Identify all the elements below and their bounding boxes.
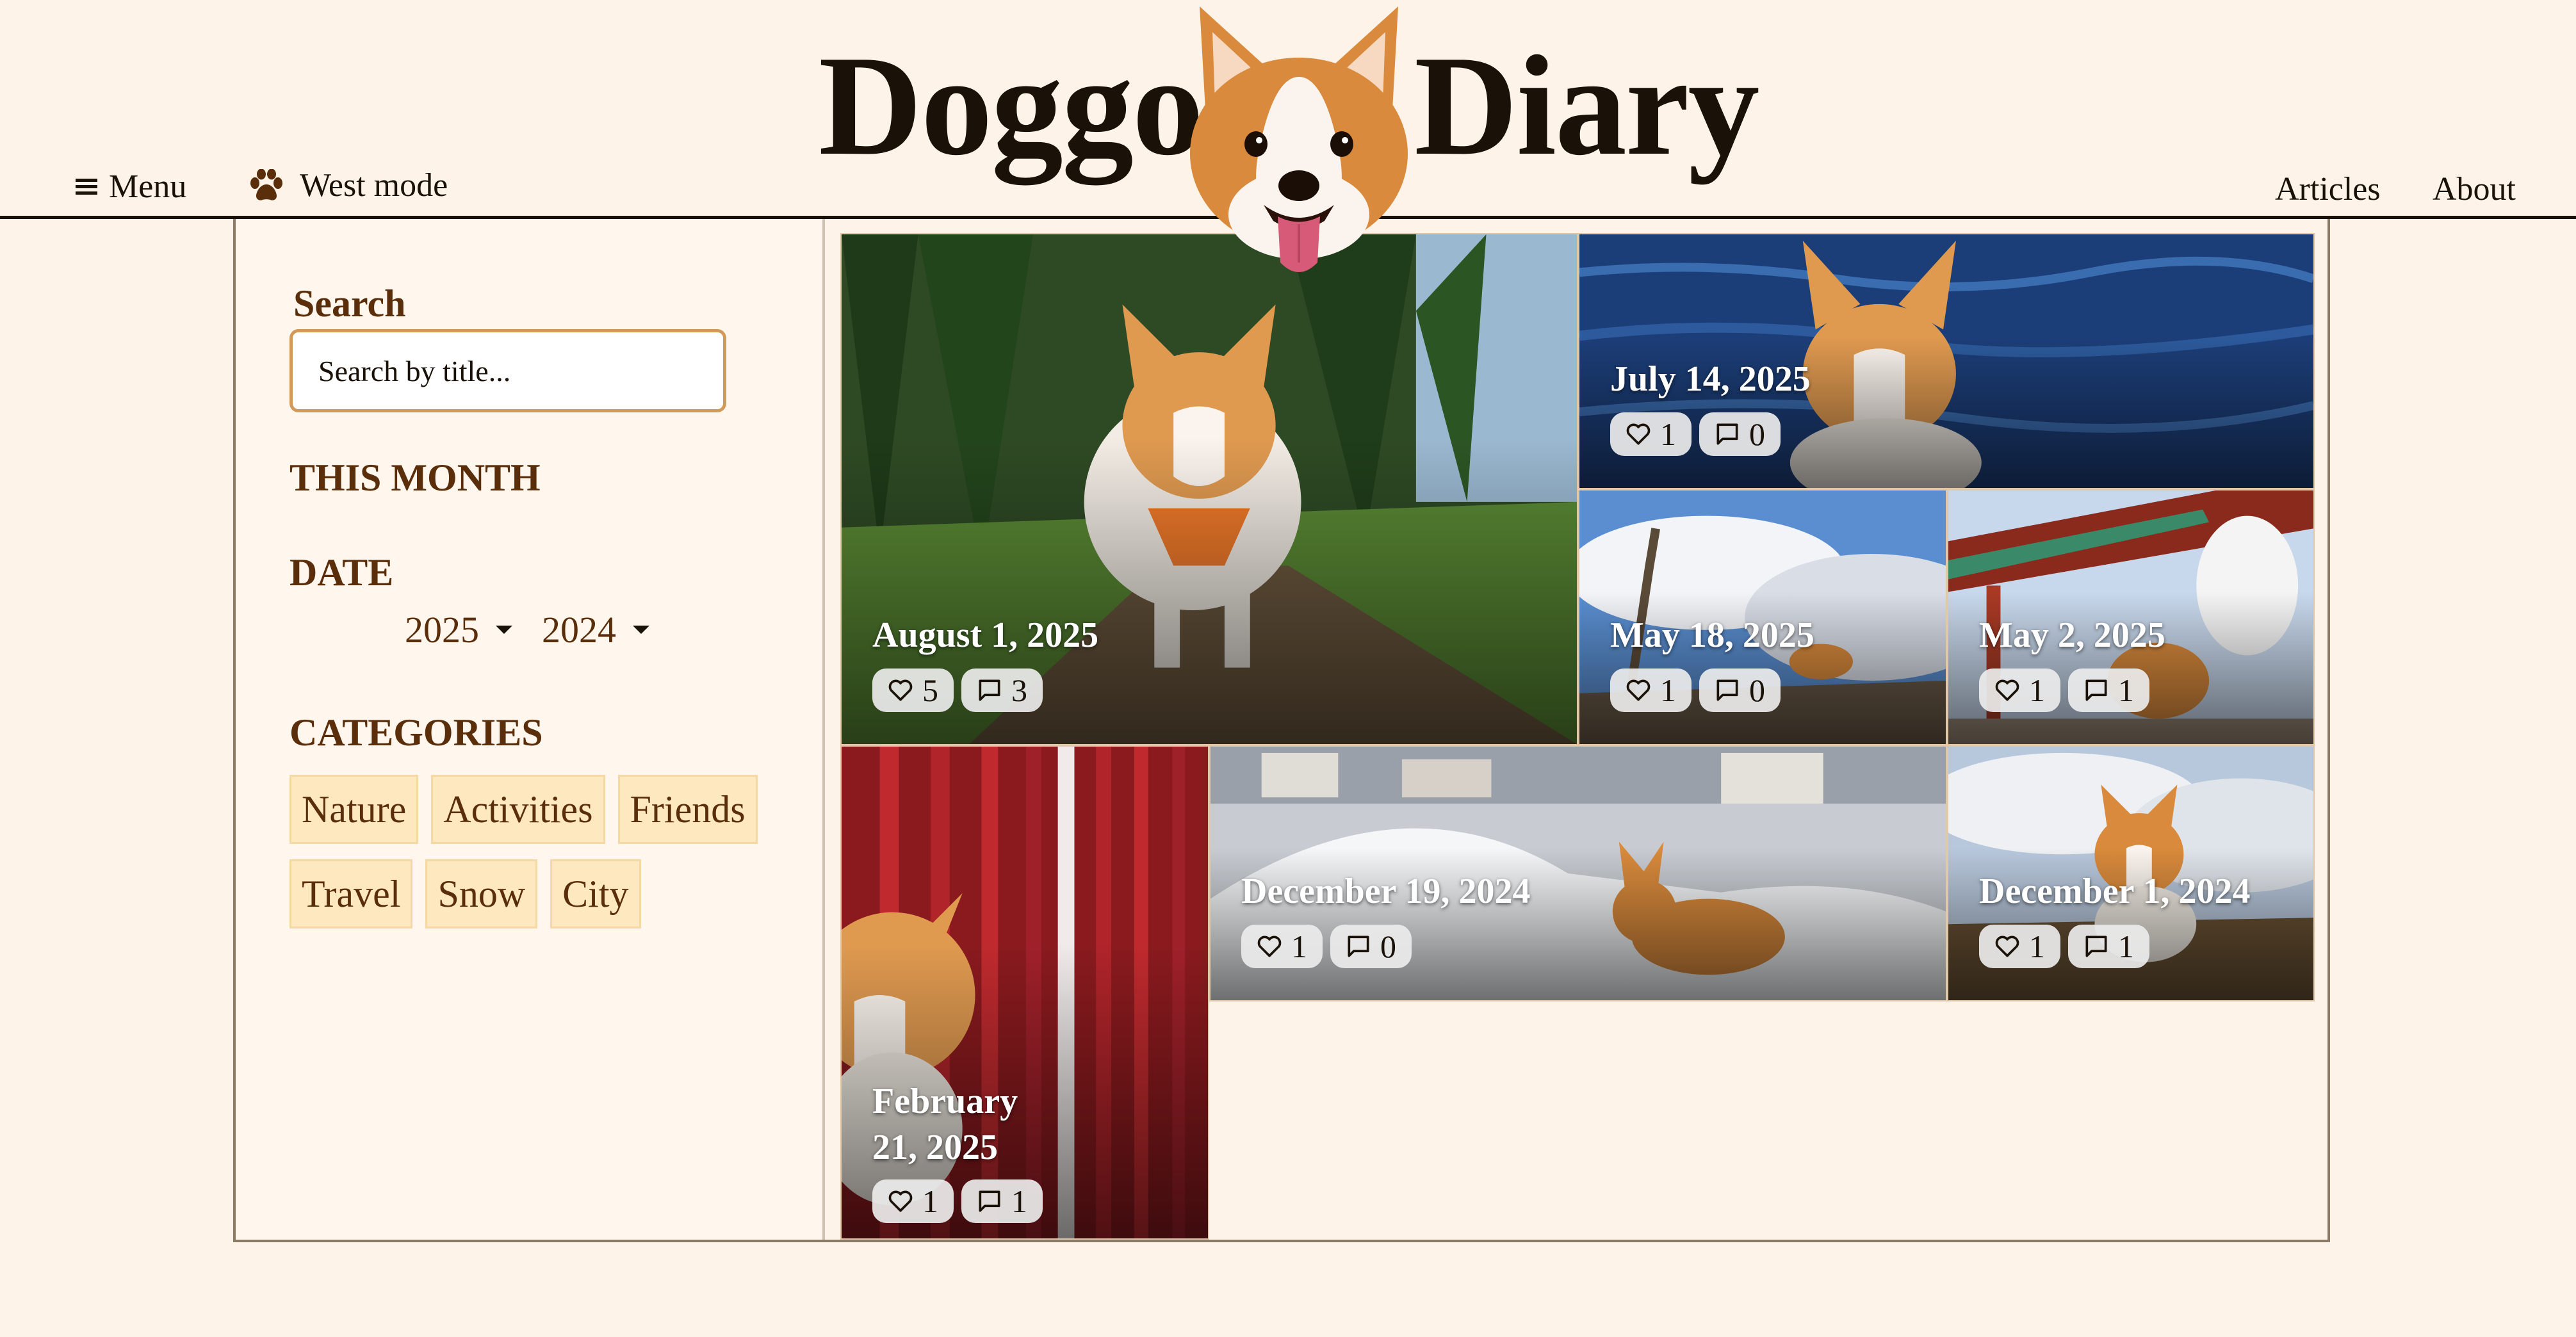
comment-icon (1348, 936, 1369, 957)
categories-heading: CATEGORIES (289, 711, 543, 754)
main-panel: Search THIS MONTH DATE 2025 2024 CATEGOR… (233, 219, 2330, 1242)
post-date: July 14, 2025 (1610, 359, 1811, 399)
post-card[interactable]: August 1, 2025 5 3 (840, 233, 1578, 745)
post-stats: 1 1 (1979, 668, 2149, 712)
comment-count[interactable]: 0 (1699, 412, 1781, 456)
category-tag-friends[interactable]: Friends (617, 775, 758, 844)
west-mode-label: West mode (300, 167, 448, 204)
comment-count[interactable]: 3 (961, 668, 1043, 712)
chevron-down-icon (496, 626, 512, 634)
brand-word-right: Diary (1414, 26, 1759, 185)
heart-icon (1626, 679, 1651, 701)
paw-icon (250, 168, 282, 200)
post-date: May 18, 2025 (1610, 615, 1814, 655)
post-card[interactable]: February 21, 2025 1 1 (840, 745, 1209, 1240)
comment-count-value: 3 (1011, 672, 1027, 708)
post-stats: 1 0 (1610, 668, 1781, 712)
heart-icon (1995, 936, 2019, 957)
post-card[interactable]: December 19, 2024 1 0 (1209, 745, 1947, 1001)
category-tag-nature[interactable]: Nature (289, 775, 419, 844)
category-tag-snow[interactable]: Snow (425, 859, 538, 928)
comment-count[interactable]: 1 (2068, 668, 2149, 712)
post-card[interactable]: May 18, 2025 1 0 (1578, 489, 1947, 745)
year-selectors: 2025 2024 (405, 608, 649, 651)
like-count[interactable]: 1 (1241, 925, 1323, 968)
like-count-value: 1 (922, 1183, 938, 1219)
post-gallery: August 1, 2025 5 3 July 14, 2025 1 0 May… (840, 233, 2315, 1240)
like-count[interactable]: 5 (872, 668, 954, 712)
search-input[interactable] (289, 329, 726, 412)
year-label: 2025 (405, 609, 479, 651)
like-count-value: 1 (1660, 416, 1676, 452)
post-stats: 1 0 (1610, 412, 1781, 456)
comment-count[interactable]: 0 (1699, 668, 1781, 712)
comment-icon (2085, 936, 2107, 957)
like-count-value: 1 (1660, 672, 1676, 708)
comment-icon (2085, 679, 2107, 701)
post-card[interactable]: December 1, 2024 1 1 (1947, 745, 2315, 1001)
heart-icon (888, 679, 913, 701)
comment-count[interactable]: 0 (1330, 925, 1412, 968)
site-logo[interactable]: Doggo Diary (819, 6, 1760, 272)
heart-icon (1257, 936, 1282, 957)
year-label: 2024 (542, 609, 616, 651)
like-count[interactable]: 1 (1610, 412, 1692, 456)
post-card[interactable]: July 14, 2025 1 0 (1578, 233, 2315, 489)
brand-word-left: Doggo (819, 26, 1204, 185)
like-count[interactable]: 1 (1979, 925, 2060, 968)
like-count-value: 1 (2029, 928, 2045, 964)
post-stats: 1 1 (872, 1179, 1043, 1223)
like-count-value: 5 (922, 672, 938, 708)
comment-count-value: 1 (1011, 1183, 1027, 1219)
comment-count-value: 0 (1749, 672, 1765, 708)
heart-icon (1626, 423, 1651, 445)
menu-label: Menu (109, 168, 187, 205)
category-tag-city[interactable]: City (550, 859, 641, 928)
nav-about-link[interactable]: About (2433, 170, 2516, 208)
comment-icon (979, 1190, 1000, 1212)
search-heading: Search (293, 282, 406, 325)
sidebar: Search THIS MONTH DATE 2025 2024 CATEGOR… (236, 219, 825, 1240)
like-count[interactable]: 1 (1610, 668, 1692, 712)
nav-articles-link[interactable]: Articles (2275, 170, 2381, 208)
category-tags: Nature Activities Friends Travel Snow Ci… (289, 775, 802, 928)
like-count[interactable]: 1 (1979, 668, 2060, 712)
post-stats: 5 3 (872, 668, 1043, 712)
comment-icon (1716, 423, 1738, 445)
comment-count[interactable]: 1 (961, 1179, 1043, 1223)
comment-count-value: 0 (1380, 928, 1396, 964)
comment-count-value: 1 (2118, 928, 2134, 964)
post-stats: 1 1 (1979, 925, 2149, 968)
site-header: Menu West mode Doggo Diary Articles Abou… (0, 0, 2576, 272)
post-date: February 21, 2025 (872, 1082, 1018, 1167)
west-mode-toggle[interactable]: West mode (249, 166, 448, 204)
menu-button[interactable]: Menu (76, 168, 186, 206)
comment-icon (1716, 679, 1738, 701)
like-count-value: 1 (1291, 928, 1307, 964)
heart-icon (888, 1190, 913, 1212)
date-heading: DATE (289, 551, 394, 594)
like-count[interactable]: 1 (872, 1179, 954, 1223)
chevron-down-icon (633, 626, 649, 634)
hamburger-icon (76, 178, 97, 195)
category-tag-travel[interactable]: Travel (289, 859, 413, 928)
comment-icon (979, 679, 1000, 701)
like-count-value: 1 (2029, 672, 2045, 708)
year-dropdown-2025[interactable]: 2025 (405, 608, 512, 651)
post-date: August 1, 2025 (872, 615, 1099, 655)
post-card[interactable]: May 2, 2025 1 1 (1947, 489, 2315, 745)
comment-count[interactable]: 1 (2068, 925, 2149, 968)
heart-icon (1995, 679, 2019, 701)
post-stats: 1 0 (1241, 925, 1412, 968)
corgi-logo-image (1190, 6, 1408, 272)
comment-count-value: 1 (2118, 672, 2134, 708)
comment-count-value: 0 (1749, 416, 1765, 452)
post-date: December 1, 2024 (1979, 871, 2251, 911)
post-date: May 2, 2025 (1979, 615, 2165, 655)
this-month-link[interactable]: THIS MONTH (289, 456, 541, 500)
year-dropdown-2024[interactable]: 2024 (542, 608, 649, 651)
category-tag-activities[interactable]: Activities (431, 775, 605, 844)
post-date: December 19, 2024 (1241, 871, 1531, 911)
